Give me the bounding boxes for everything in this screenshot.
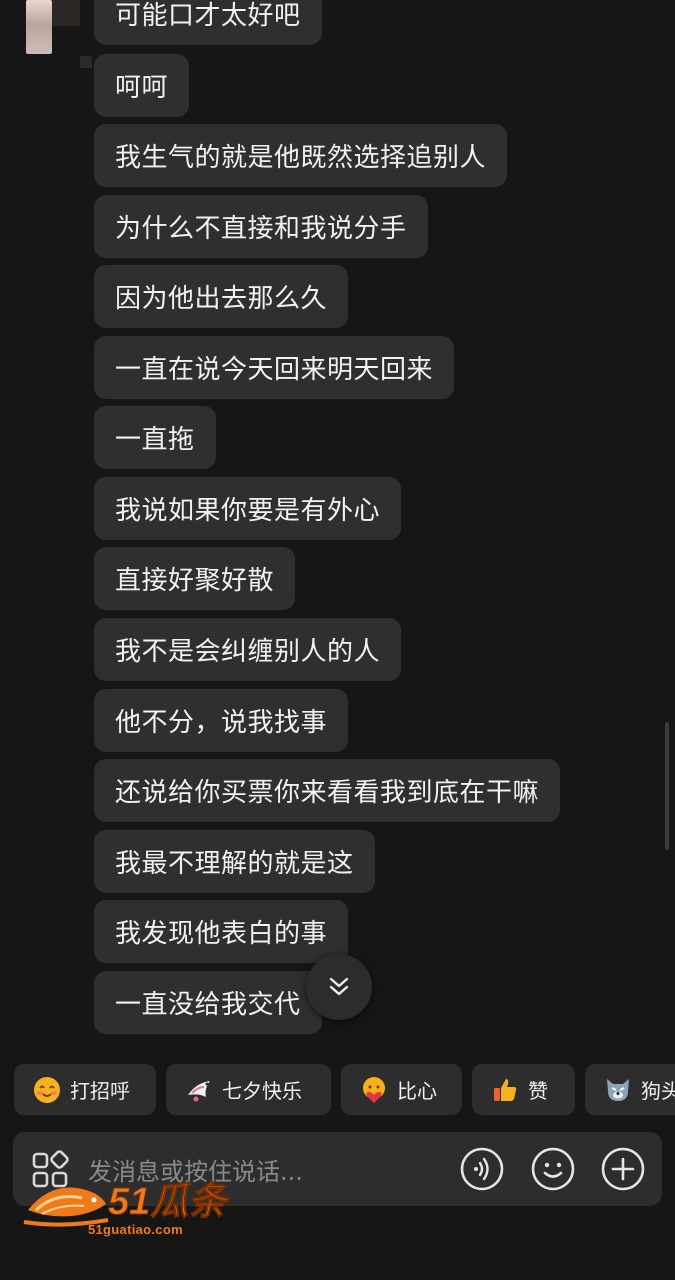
- chat-screen: 可能口才太好吧 呵呵 我生气的就是他既然选择追别人 为什么不直接和我说分手 因为…: [0, 0, 675, 1280]
- message-bubble[interactable]: 还说给你买票你来看看我到底在干嘛: [94, 759, 561, 822]
- svg-text:51瓜条: 51瓜条: [108, 1181, 230, 1223]
- quick-reply-label: 比心: [397, 1079, 437, 1103]
- quick-reply-label: 赞: [528, 1079, 548, 1103]
- smiling-face-emoji-icon: [34, 1076, 60, 1103]
- dog-head-emoji-icon: [607, 1078, 629, 1101]
- plus-icon[interactable]: [600, 1146, 646, 1192]
- message-bubble[interactable]: 我说如果你要是有外心: [94, 477, 402, 540]
- quick-reply-label: 狗头: [641, 1079, 675, 1103]
- message-bubble[interactable]: 他不分，说我找事: [94, 689, 349, 752]
- heart-hands-emoji-icon: [363, 1076, 385, 1103]
- message-bubble[interactable]: 一直在说今天回来明天回来: [94, 336, 455, 399]
- message-bubble[interactable]: 一直拖: [94, 406, 216, 469]
- message-bubble[interactable]: 因为他出去那么久: [94, 265, 349, 328]
- message-bubble[interactable]: 为什么不直接和我说分手: [94, 195, 428, 258]
- message-bubble[interactable]: 呵呵: [94, 54, 190, 117]
- contact-avatar[interactable]: [26, 0, 52, 54]
- message-bubble[interactable]: 我生气的就是他既然选择追别人: [94, 124, 508, 187]
- watermark-domain: 51guatiao.com: [88, 1222, 183, 1237]
- message-bubble[interactable]: 我不是会纠缠别人的人: [94, 618, 402, 681]
- message-bubble[interactable]: 我最不理解的就是这: [94, 830, 375, 893]
- quick-reply-chip[interactable]: 打招呼: [14, 1064, 156, 1115]
- quick-reply-label: 打招呼: [70, 1079, 130, 1103]
- scroll-to-bottom-button[interactable]: [306, 954, 372, 1020]
- voice-input-icon[interactable]: [459, 1146, 505, 1192]
- quick-reply-label: 七夕快乐: [222, 1079, 302, 1103]
- avatar-blur-block: [52, 0, 80, 26]
- quick-reply-chip[interactable]: 比心: [341, 1064, 462, 1115]
- message-bubble[interactable]: 我发现他表白的事: [94, 900, 349, 963]
- magpie-icon: [188, 1080, 210, 1101]
- quick-reply-chip[interactable]: 七夕快乐: [166, 1064, 331, 1115]
- message-bubble[interactable]: 可能口才太好吧: [94, 0, 322, 45]
- message-bubble[interactable]: 一直没给我交代: [94, 971, 322, 1034]
- scrollbar[interactable]: [665, 722, 669, 850]
- quick-reply-chip[interactable]: 赞: [472, 1064, 575, 1115]
- double-chevron-down-icon: [329, 977, 349, 996]
- message-bubble[interactable]: 直接好聚好散: [94, 547, 296, 610]
- thumbs-up-icon: [494, 1078, 517, 1101]
- avatar-blur-block: [80, 56, 92, 68]
- quick-reply-chip[interactable]: 狗头: [585, 1064, 675, 1115]
- emoji-icon[interactable]: [530, 1146, 576, 1192]
